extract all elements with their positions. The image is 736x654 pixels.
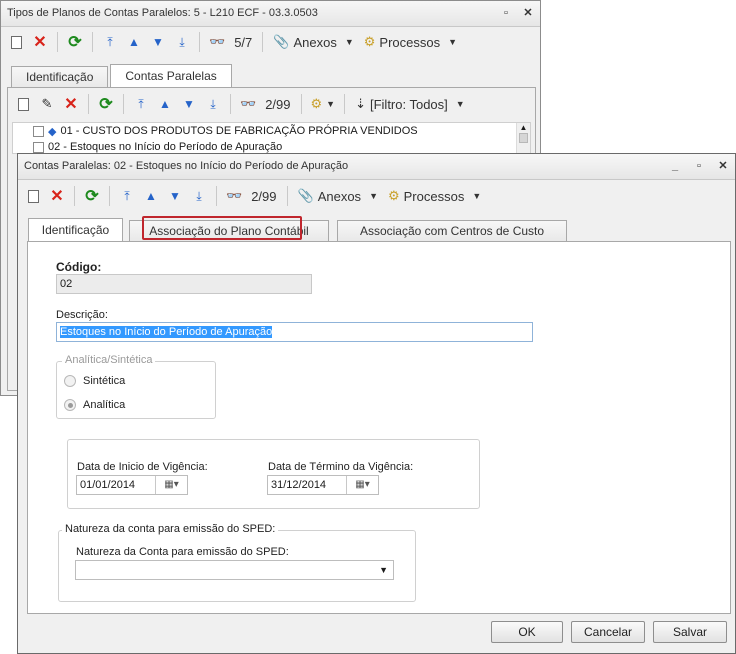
chevron-down-icon: ▼ bbox=[326, 99, 336, 109]
previous-record-icon[interactable]: ▲ bbox=[154, 93, 176, 115]
codigo-field[interactable]: 02 bbox=[56, 274, 312, 294]
descricao-label: Descrição: bbox=[56, 309, 108, 321]
descricao-field[interactable]: Estoques no Início do Período de Apuraçã… bbox=[56, 322, 533, 342]
record-position: 5/7 bbox=[234, 34, 253, 50]
next-record-icon[interactable]: ▼ bbox=[178, 93, 200, 115]
gears-icon: ⚙ bbox=[363, 34, 376, 49]
restore-icon[interactable]: ▫ bbox=[693, 154, 705, 179]
radio-analitica[interactable] bbox=[64, 399, 76, 411]
close-icon[interactable]: ✕ bbox=[522, 1, 534, 26]
tab-identificacao[interactable]: Identificação bbox=[11, 66, 109, 88]
front-window-titlebar: Contas Paralelas: 02 - Estoques no Iníci… bbox=[18, 154, 735, 180]
data-inicio-label: Data de Inicio de Vigência: bbox=[77, 461, 208, 473]
data-termino-field[interactable]: 31/12/2014 ▦▾ bbox=[267, 475, 379, 495]
gears-dropdown-button[interactable]: ⚙ ▼ bbox=[308, 93, 339, 115]
diamond-icon: ◆ bbox=[48, 125, 57, 138]
next-record-icon[interactable]: ▼ bbox=[147, 31, 169, 53]
anexos-button[interactable]: 📎 Anexos ▼ bbox=[294, 185, 382, 207]
vigencia-group bbox=[67, 439, 480, 509]
calendar-icon[interactable]: ▦▾ bbox=[155, 476, 187, 494]
natureza-group-legend: Natureza da conta para emissão do SPED: bbox=[62, 523, 279, 535]
refresh-icon[interactable]: ⟳ bbox=[64, 31, 86, 53]
chevron-down-icon: ▼ bbox=[369, 191, 378, 201]
chevron-down-icon: ▼ bbox=[455, 99, 465, 109]
chevron-down-icon: ▼ bbox=[344, 37, 354, 47]
next-record-icon[interactable]: ▼ bbox=[164, 185, 186, 207]
chevron-down-icon[interactable]: ▼ bbox=[379, 561, 388, 579]
paperclip-icon: 📎 bbox=[297, 188, 314, 203]
tree-view: ◆ 01 - CUSTO DOS PRODUTOS DE FABRICAÇÃO … bbox=[12, 122, 531, 154]
last-record-icon[interactable]: ⤓ bbox=[202, 93, 224, 115]
scroll-up-icon[interactable]: ▲ bbox=[517, 123, 530, 132]
processos-button[interactable]: ⚙ Processos ▼ bbox=[384, 185, 485, 207]
paperclip-icon: 📎 bbox=[273, 34, 290, 49]
front-window-title: Contas Paralelas: 02 - Estoques no Iníci… bbox=[24, 160, 349, 172]
binoculars-icon[interactable]: 👓 bbox=[237, 93, 259, 115]
filter-button[interactable]: ⇣ [Filtro: Todos] ▼ bbox=[351, 93, 469, 115]
front-toolbar: ✕ ⟳ ⤒ ▲ ▼ ⤓ 👓 2/99 📎 Anexos ▼ ⚙ Processos ▼ bbox=[18, 180, 735, 212]
calendar-icon[interactable]: ▦▾ bbox=[346, 476, 378, 494]
back-window-titlebar: Tipos de Planos de Contas Paralelos: 5 -… bbox=[1, 1, 540, 27]
codigo-label: Código: bbox=[56, 260, 102, 274]
delete-icon[interactable]: ✕ bbox=[46, 185, 68, 207]
tipo-group bbox=[56, 361, 216, 419]
back-toolbar: ✕ ⟳ ⤒ ▲ ▼ ⤓ 👓 5/7 📎 Anexos ▼ ⚙ Processos ▼ bbox=[1, 27, 540, 57]
tab-associacao-centros-custo[interactable]: Associação com Centros de Custo bbox=[337, 220, 567, 242]
binoculars-icon[interactable]: 👓 bbox=[223, 185, 245, 207]
tree-checkbox[interactable] bbox=[33, 125, 44, 137]
tipo-group-legend: Analítica/Sintética bbox=[62, 354, 156, 366]
gears-icon: ⚙ bbox=[310, 96, 323, 111]
new-icon[interactable] bbox=[22, 185, 44, 207]
first-record-icon[interactable]: ⤒ bbox=[130, 93, 152, 115]
delete-icon[interactable]: ✕ bbox=[29, 31, 51, 53]
gears-icon: ⚙ bbox=[387, 188, 400, 203]
radio-analitica-label[interactable]: Analítica bbox=[83, 399, 125, 411]
last-record-icon[interactable]: ⤓ bbox=[188, 185, 210, 207]
tree-item[interactable]: ◆ 01 - CUSTO DOS PRODUTOS DE FABRICAÇÃO … bbox=[13, 123, 530, 139]
ok-button[interactable]: OK bbox=[491, 621, 563, 643]
identificacao-panel: Código: 02 Descrição: Estoques no Início… bbox=[27, 241, 731, 614]
record-position: 2/99 bbox=[251, 188, 277, 204]
tab-contas-paralelas[interactable]: Contas Paralelas bbox=[110, 64, 232, 88]
restore-icon[interactable]: ▫ bbox=[500, 1, 512, 26]
previous-record-icon[interactable]: ▲ bbox=[140, 185, 162, 207]
tab-highlight bbox=[142, 216, 302, 240]
tree-checkbox[interactable] bbox=[33, 141, 44, 153]
new-icon[interactable] bbox=[5, 31, 27, 53]
scroll-thumb[interactable] bbox=[519, 133, 528, 143]
inner-record-position: 2/99 bbox=[265, 96, 291, 112]
first-record-icon[interactable]: ⤒ bbox=[99, 31, 121, 53]
filter-icon: ⇣ bbox=[355, 96, 366, 111]
binoculars-icon[interactable]: 👓 bbox=[206, 31, 228, 53]
natureza-select[interactable]: ▼ bbox=[75, 560, 394, 580]
radio-sintetica-label[interactable]: Sintética bbox=[83, 375, 125, 387]
chevron-down-icon: ▼ bbox=[472, 191, 482, 201]
tab-identificacao[interactable]: Identificação bbox=[28, 218, 123, 242]
delete-icon[interactable]: ✕ bbox=[60, 93, 82, 115]
natureza-label: Natureza da Conta para emissão do SPED: bbox=[76, 546, 289, 558]
last-record-icon[interactable]: ⤓ bbox=[171, 31, 193, 53]
salvar-button[interactable]: Salvar bbox=[653, 621, 727, 643]
back-window-title: Tipos de Planos de Contas Paralelos: 5 -… bbox=[7, 7, 318, 19]
previous-record-icon[interactable]: ▲ bbox=[123, 31, 145, 53]
data-termino-label: Data de Término da Vigência: bbox=[268, 461, 414, 473]
first-record-icon[interactable]: ⤒ bbox=[116, 185, 138, 207]
anexos-button[interactable]: 📎 Anexos ▼ bbox=[269, 31, 357, 53]
refresh-icon[interactable]: ⟳ bbox=[81, 185, 103, 207]
close-icon[interactable]: ✕ bbox=[717, 154, 729, 179]
chevron-down-icon: ▼ bbox=[448, 37, 458, 47]
inner-toolbar: ✎ ✕ ⟳ ⤒ ▲ ▼ ⤓ 👓 2/99 ⚙ ▼ ⇣ [Filtro: Todos]… bbox=[8, 88, 535, 120]
new-icon[interactable] bbox=[12, 93, 34, 115]
processos-button[interactable]: ⚙ Processos ▼ bbox=[360, 31, 461, 53]
cancelar-button[interactable]: Cancelar bbox=[571, 621, 645, 643]
minimize-icon[interactable]: _ bbox=[669, 154, 681, 179]
data-inicio-field[interactable]: 01/01/2014 ▦▾ bbox=[76, 475, 188, 495]
refresh-icon[interactable]: ⟳ bbox=[95, 93, 117, 115]
edit-icon[interactable]: ✎ bbox=[36, 93, 58, 115]
front-window: Contas Paralelas: 02 - Estoques no Iníci… bbox=[17, 153, 736, 654]
back-tabs: Identificação Contas Paralelas bbox=[11, 64, 234, 88]
radio-sintetica[interactable] bbox=[64, 375, 76, 387]
tree-scrollbar[interactable]: ▲ bbox=[516, 123, 530, 153]
